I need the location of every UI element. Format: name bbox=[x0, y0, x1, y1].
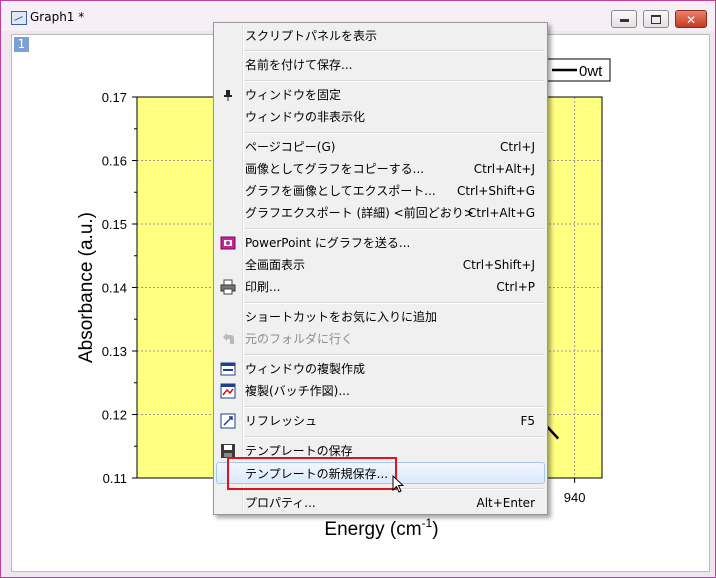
menu-item-properties[interactable]: プロパティ... Alt+Enter bbox=[216, 492, 545, 514]
menu-item-label: テンプレートの新規保存... bbox=[245, 467, 389, 481]
menu-item-copy-graph-as-image[interactable]: 画像としてグラフをコピーする... Ctrl+Alt+J bbox=[216, 158, 545, 180]
menu-item-shortcut: Ctrl+Alt+G bbox=[467, 206, 535, 220]
minimize-button[interactable] bbox=[611, 10, 637, 28]
menu-item-save-template-as[interactable]: テンプレートの新規保存... bbox=[216, 462, 545, 484]
y-axis-ticks: 0.17 0.16 0.15 0.14 0.13 0.12 0.11 bbox=[102, 90, 137, 486]
y-tick-label: 0.17 bbox=[102, 90, 127, 105]
menu-item-label: リフレッシュ bbox=[245, 414, 318, 428]
menu-item-save-as[interactable]: 名前を付けて保存... bbox=[216, 54, 545, 76]
menu-item-shortcut: Ctrl+Alt+J bbox=[473, 162, 535, 176]
menu-separator bbox=[244, 302, 544, 304]
menu-item-duplicate-window[interactable]: ウィンドウの複製作成 bbox=[216, 358, 545, 380]
window-title: Graph1 * bbox=[30, 10, 85, 24]
x-axis-label-superscript: -1 bbox=[422, 516, 433, 530]
menu-separator bbox=[244, 354, 544, 356]
menu-item-label: ショートカットをお気に入りに追加 bbox=[245, 310, 438, 324]
save-template-icon bbox=[221, 444, 235, 458]
menu-item-label: 全画面表示 bbox=[245, 258, 306, 272]
menu-separator bbox=[244, 406, 544, 408]
menu-item-label: テンプレートの保存 bbox=[245, 444, 353, 458]
menu-item-shortcut: F5 bbox=[520, 414, 535, 428]
menu-item-label: 元のフォルダに行く bbox=[245, 332, 354, 346]
y-tick-label: 0.12 bbox=[102, 408, 127, 423]
menu-item-shortcut: Ctrl+J bbox=[500, 140, 535, 154]
menu-item-shortcut: Ctrl+Shift+G bbox=[456, 184, 535, 198]
menu-separator bbox=[244, 228, 544, 230]
menu-item-show-script-panel[interactable]: スクリプトパネルを表示 bbox=[216, 25, 545, 47]
menu-item-hide-window[interactable]: ウィンドウの非表示化 bbox=[216, 106, 545, 128]
menu-item-label: 画像としてグラフをコピーする... bbox=[245, 162, 425, 176]
x-axis-label-tail: ) bbox=[432, 519, 438, 540]
menu-separator bbox=[244, 80, 544, 82]
x-axis-label-text: Energy (cm bbox=[324, 519, 421, 540]
y-tick-label: 0.15 bbox=[102, 217, 127, 232]
menu-item-pin-window[interactable]: ウィンドウを固定 bbox=[216, 84, 545, 106]
menu-separator bbox=[244, 436, 544, 438]
legend[interactable]: 0wt bbox=[545, 58, 611, 82]
y-tick-label: 0.11 bbox=[103, 471, 127, 486]
menu-item-shortcut: Ctrl+Shift+J bbox=[462, 258, 535, 272]
menu-item-label: ウィンドウを固定 bbox=[245, 88, 342, 102]
menu-item-label: 名前を付けて保存... bbox=[245, 58, 353, 72]
menu-item-label: ウィンドウの複製作成 bbox=[245, 362, 366, 376]
powerpoint-icon bbox=[220, 236, 236, 250]
x-axis-label[interactable]: Energy (cm-1) bbox=[324, 516, 438, 540]
menu-separator bbox=[244, 132, 544, 134]
x-tick-label: 940 bbox=[564, 490, 586, 505]
menu-item-refresh[interactable]: リフレッシュ F5 bbox=[216, 410, 545, 432]
menu-item-send-to-powerpoint[interactable]: PowerPoint にグラフを送る... bbox=[216, 232, 545, 254]
menu-separator bbox=[244, 50, 544, 52]
menu-item-label: 印刷... bbox=[245, 280, 281, 294]
y-tick-label: 0.14 bbox=[102, 281, 127, 296]
menu-item-label: プロパティ... bbox=[245, 496, 316, 510]
go-back-icon bbox=[223, 333, 234, 344]
menu-item-label: ウィンドウの非表示化 bbox=[245, 110, 366, 124]
menu-item-full-screen[interactable]: 全画面表示 Ctrl+Shift+J bbox=[216, 254, 545, 276]
y-tick-label: 0.16 bbox=[102, 154, 127, 169]
menu-item-page-copy[interactable]: ページコピー(G) Ctrl+J bbox=[216, 136, 545, 158]
menu-item-export-graph-as-image[interactable]: グラフを画像としてエクスポート... Ctrl+Shift+G bbox=[216, 180, 545, 202]
duplicate-window-icon bbox=[220, 362, 236, 376]
maximize-button[interactable] bbox=[643, 10, 669, 28]
y-axis-label[interactable]: Absorbance (a.u.) bbox=[76, 212, 97, 363]
close-button[interactable]: ✕ bbox=[675, 10, 707, 28]
y-tick-label: 0.13 bbox=[102, 344, 127, 359]
menu-item-label: ページコピー(G) bbox=[245, 140, 336, 154]
menu-item-label: スクリプトパネルを表示 bbox=[245, 29, 378, 43]
graph-window-icon[interactable] bbox=[11, 11, 27, 25]
menu-item-batch-plot[interactable]: 複製(バッチ作図)... bbox=[216, 380, 545, 402]
menu-item-save-template[interactable]: テンプレートの保存 bbox=[216, 440, 545, 462]
context-menu[interactable]: スクリプトパネルを表示 名前を付けて保存... ウィンドウを固定 ウィンドウの非… bbox=[213, 22, 548, 515]
menu-item-label: グラフを画像としてエクスポート... bbox=[245, 184, 436, 198]
menu-item-label: PowerPoint にグラフを送る... bbox=[245, 236, 411, 250]
maximize-icon bbox=[651, 15, 661, 24]
batch-plot-icon bbox=[220, 383, 236, 399]
pin-icon bbox=[224, 90, 232, 101]
menu-item-label: 複製(バッチ作図)... bbox=[245, 384, 350, 398]
menu-item-go-to-original-folder: 元のフォルダに行く bbox=[216, 328, 545, 350]
refresh-icon bbox=[220, 413, 236, 429]
menu-item-shortcut: Alt+Enter bbox=[476, 496, 535, 510]
menu-item-export-graph-advanced[interactable]: グラフエクスポート (詳細) <前回どおり> Ctrl+Alt+G bbox=[216, 202, 545, 224]
menu-item-add-shortcut-to-favorites[interactable]: ショートカットをお気に入りに追加 bbox=[216, 306, 545, 328]
printer-icon bbox=[220, 279, 236, 295]
minimize-icon bbox=[619, 19, 629, 22]
legend-label: 0wt bbox=[579, 63, 603, 80]
mouse-cursor-icon bbox=[392, 475, 405, 493]
close-icon: ✕ bbox=[685, 13, 697, 27]
menu-item-label: グラフエクスポート (詳細) <前回どおり> bbox=[245, 206, 474, 220]
menu-item-print[interactable]: 印刷... Ctrl+P bbox=[216, 276, 545, 298]
menu-item-shortcut: Ctrl+P bbox=[496, 280, 535, 294]
